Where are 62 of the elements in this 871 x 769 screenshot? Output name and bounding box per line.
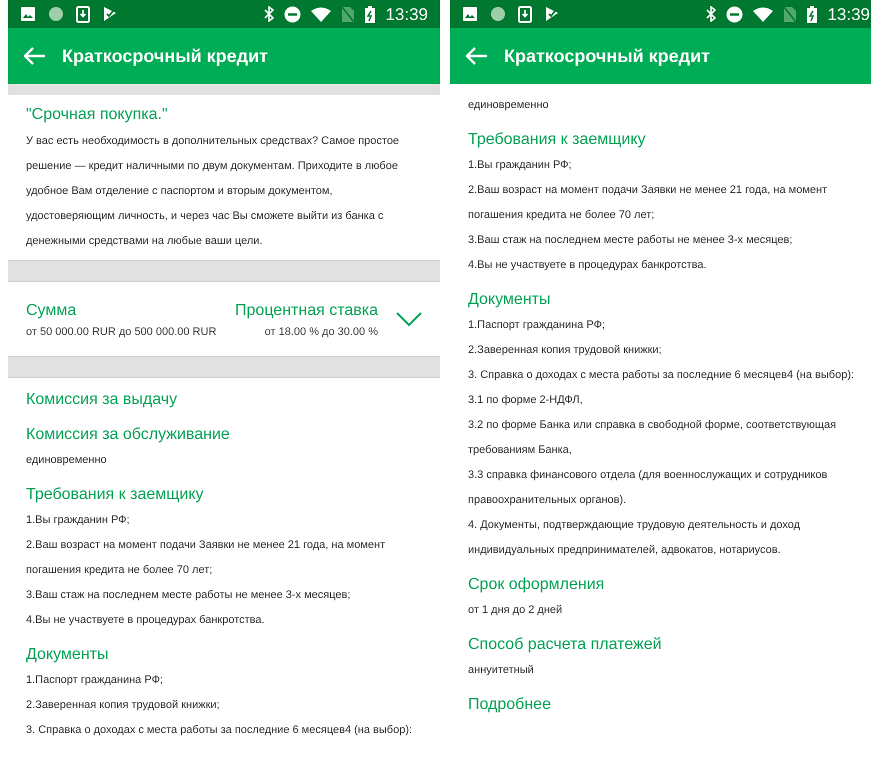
status-time: 13:39: [385, 6, 428, 22]
section-text: единовременно: [468, 98, 550, 113]
circle-icon: [48, 6, 64, 22]
section-text: аннуитетный: [468, 663, 535, 678]
phone-download-icon: [76, 6, 90, 22]
section-heading: Подробнее: [468, 695, 552, 715]
section-text: 3.1 по форме 2-НДФЛ,: [468, 393, 584, 408]
check-flag-icon: [544, 6, 560, 22]
no-sim-icon: [341, 6, 356, 22]
intro-paragraph: У вас есть необходимость в дополнительных средствах? Самое простое решение — кредит наличными по двум документам. Приходите в любое удобное Вам отделение с паспортом и вторым документом, удостоверяющим личность, и через час Вы сможете выйти из банка с денежными средствами на любые ваши цели.: [26, 134, 400, 249]
section-text: 4. Документы, подтверждающие трудовую деятельность и доход индивидуальных предпринимателей, адвокатов, нотариусов.: [468, 518, 802, 558]
section-heading: Документы: [26, 645, 110, 665]
section-text: 2.Ваш возраст на момент подачи Заявки не менее 21 года, на момент погашения кредита не более 70 лет;: [26, 538, 386, 578]
status-time: 13:39: [827, 6, 870, 22]
section-heading: Комиссия за обслуживание: [26, 425, 231, 445]
section-text: 4.Вы не участвуете в процедурах банкротства.: [468, 258, 708, 273]
section-heading: Требования к заемщику: [26, 485, 205, 505]
intro-heading: "Срочная покупка.": [26, 105, 169, 125]
section-text: от 1 дня до 2 дней: [468, 603, 564, 618]
screen-title: Краткосрочный кредит: [504, 44, 710, 68]
section-text: 3. Справка о доходах с места работы за последние 6 месяцев4 (на выбор):: [468, 368, 856, 383]
section-text: 2.Ваш возраст на момент подачи Заявки не менее 21 года, на момент погашения кредита не более 70 лет;: [468, 183, 828, 223]
section-text: 2.Заверенная копия трудовой книжки;: [26, 698, 221, 713]
section-text: 1.Вы гражданин РФ;: [26, 513, 131, 528]
section-text: 3.3 справка финансового отдела (для военнослужащих и сотрудников правоохранительных органов).: [468, 468, 828, 508]
screen-title: Краткосрочный кредит: [62, 44, 268, 68]
section-text: 3. Справка о доходах с места работы за последние 6 месяцев4 (на выбор):: [26, 723, 414, 738]
section-heading: Срок оформления: [468, 575, 606, 595]
section-heading: Способ расчета платежей: [468, 635, 663, 655]
rate-label: Процентная ставка: [235, 300, 378, 321]
image-icon: [462, 6, 478, 22]
wifi-icon: [311, 6, 332, 22]
rate-range: от 18.00 % до 30.00 %: [264, 324, 378, 340]
section-text: 1.Паспорт гражданина РФ;: [26, 673, 164, 688]
amount-range: от 50 000.00 RUR до 500 000.00 RUR: [26, 324, 216, 340]
section-heading: Комиссия за выдачу: [26, 390, 178, 410]
check-flag-icon: [102, 6, 118, 22]
amount-label: Сумма: [26, 300, 78, 321]
section-text: 1.Вы гражданин РФ;: [468, 158, 573, 173]
section-heading: Документы: [468, 290, 552, 310]
battery-charging-icon: [807, 6, 818, 22]
section-text: 1.Паспорт гражданина РФ;: [468, 318, 606, 333]
battery-charging-icon: [365, 6, 376, 22]
minus-circle-icon: [726, 6, 744, 22]
section-text: 3.Ваш стаж на последнем месте работы не менее 3-х месяцев;: [468, 233, 794, 248]
section-text: 3.Ваш стаж на последнем месте работы не менее 3-х месяцев;: [26, 588, 352, 603]
back-arrow-icon[interactable]: [466, 47, 488, 65]
bluetooth-icon: [264, 6, 274, 22]
section-text: единовременно: [26, 453, 108, 468]
chevron-down-icon[interactable]: [396, 311, 422, 327]
phone-download-icon: [518, 6, 532, 22]
image-icon: [20, 6, 36, 22]
back-arrow-icon[interactable]: [24, 47, 46, 65]
wifi-icon: [753, 6, 774, 22]
bluetooth-icon: [706, 6, 716, 22]
section-text: 3.2 по форме Банка или справка в свободной форме, соответствующая требованиям Банка,: [468, 418, 838, 458]
section-text: 4.Вы не участвуете в процедурах банкротства.: [26, 613, 266, 628]
no-sim-icon: [783, 6, 798, 22]
circle-icon: [490, 6, 506, 22]
minus-circle-icon: [284, 6, 302, 22]
section-heading: Требования к заемщику: [468, 130, 647, 150]
section-text: 2.Заверенная копия трудовой книжки;: [468, 343, 663, 358]
